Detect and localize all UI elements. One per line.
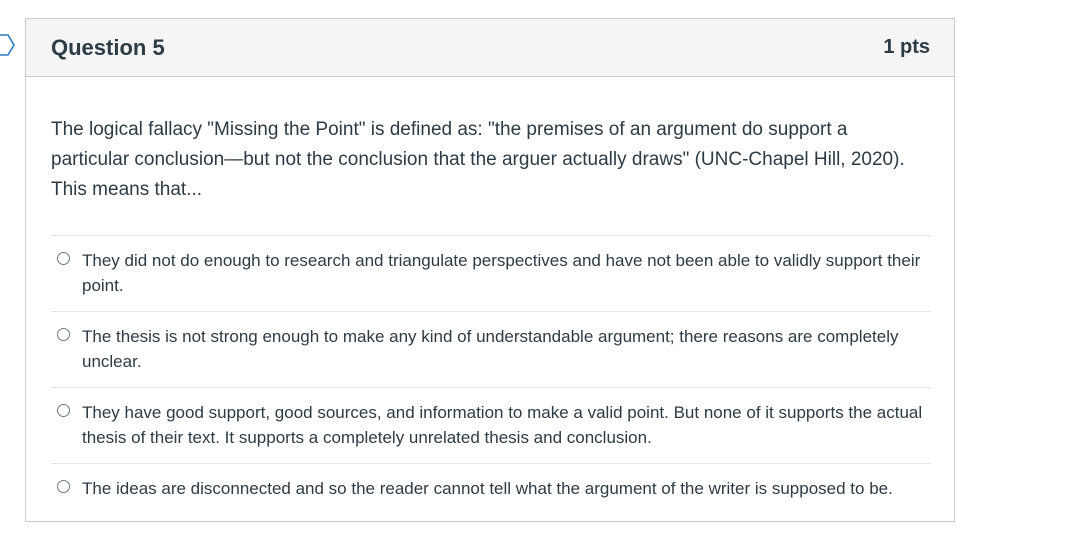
question-title: Question 5 (51, 34, 165, 60)
answer-label[interactable]: They did not do enough to research and t… (82, 248, 927, 298)
radio-unchecked-icon[interactable] (57, 252, 70, 265)
question-flag-icon[interactable] (0, 34, 16, 56)
radio-unchecked-icon[interactable] (57, 480, 70, 493)
answer-label[interactable]: The ideas are disconnected and so the re… (82, 476, 927, 501)
answer-option-3[interactable]: They have good support, good sources, an… (51, 388, 931, 464)
question-points: 1 pts (883, 36, 930, 58)
answer-option-2[interactable]: The thesis is not strong enough to make … (51, 312, 931, 388)
answer-label[interactable]: The thesis is not strong enough to make … (82, 324, 927, 374)
answer-option-4[interactable]: The ideas are disconnected and so the re… (51, 464, 931, 514)
radio-unchecked-icon[interactable] (57, 404, 70, 417)
question-body: The logical fallacy "Missing the Point" … (26, 77, 954, 514)
radio-unchecked-icon[interactable] (57, 328, 70, 341)
question-text: The logical fallacy "Missing the Point" … (51, 119, 905, 200)
question-header: Question 5 1 pts (26, 19, 954, 77)
question-card: Question 5 1 pts The logical fallacy "Mi… (25, 18, 955, 522)
answer-option-1[interactable]: They did not do enough to research and t… (51, 236, 931, 312)
answer-label[interactable]: They have good support, good sources, an… (82, 400, 927, 450)
answer-list: They did not do enough to research and t… (51, 235, 931, 514)
